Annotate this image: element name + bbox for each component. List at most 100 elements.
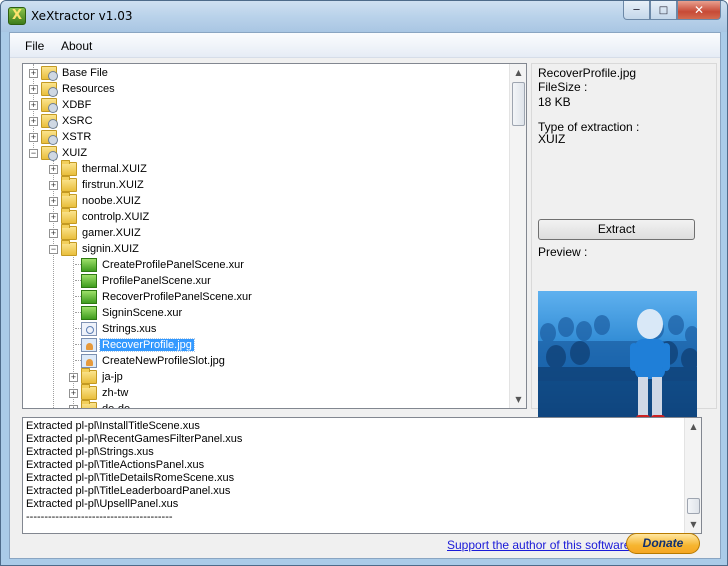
- expand-toggle[interactable]: +: [49, 212, 58, 222]
- tree-item[interactable]: CreateNewProfileSlot.jpg: [69, 353, 227, 369]
- menu-about[interactable]: About: [61, 39, 92, 53]
- app-icon[interactable]: X: [8, 7, 26, 25]
- expand-toggle[interactable]: +: [49, 164, 58, 174]
- xur-file-icon: [81, 290, 97, 304]
- tree-item-label: CreateNewProfileSlot.jpg: [102, 355, 225, 367]
- caption-buttons: ─ □ ✕: [623, 1, 721, 20]
- expand-toggle[interactable]: +: [69, 404, 78, 408]
- tree-item[interactable]: + ja-jp: [69, 368, 125, 385]
- gear-folder-icon: [41, 130, 58, 145]
- log-line: Extracted pl-pl\TitleDetailsRomeScene.xu…: [26, 472, 235, 484]
- gear-folder-icon: [41, 66, 58, 81]
- log-line: Extracted pl-pl\InstallTitleScene.xus: [26, 420, 200, 432]
- tree-item-label: firstrun.XUIZ: [82, 179, 144, 191]
- tree-item-label: Resources: [62, 83, 115, 95]
- log-line: Extracted pl-pl\UpsellPanel.xus: [26, 498, 179, 510]
- expand-toggle[interactable]: +: [49, 180, 58, 190]
- tree-item[interactable]: ProfilePanelScene.xur: [69, 273, 213, 289]
- tree-item-label: Base File: [62, 67, 108, 79]
- tree-item-label: ja-jp: [102, 371, 123, 383]
- tree-item[interactable]: − signin.XUIZ: [49, 240, 141, 257]
- tree-item-label: RecoverProfile.jpg: [99, 338, 195, 352]
- expand-toggle[interactable]: +: [49, 228, 58, 238]
- tree-item-label: XDBF: [62, 99, 92, 111]
- xur-file-icon: [81, 274, 97, 288]
- tree-item[interactable]: Strings.xus: [69, 321, 158, 337]
- tree-item-label: XSTR: [62, 131, 92, 143]
- tree-item[interactable]: CreateProfilePanelScene.xur: [69, 257, 246, 273]
- collapse-toggle[interactable]: −: [29, 148, 38, 158]
- scroll-up-arrow[interactable]: ▲: [685, 418, 701, 435]
- gear-folder-icon: [41, 114, 58, 129]
- tree-item[interactable]: RecoverProfile.jpg: [69, 337, 195, 353]
- donate-button[interactable]: Donate: [626, 533, 700, 554]
- expand-toggle[interactable]: +: [69, 372, 78, 382]
- tree-item[interactable]: SigninScene.xur: [69, 305, 184, 321]
- preview-label: Preview :: [538, 245, 588, 259]
- folder-icon: [61, 192, 77, 208]
- expand-toggle[interactable]: +: [29, 116, 38, 126]
- expand-toggle[interactable]: +: [29, 68, 38, 78]
- tree-item-label: zh-tw: [102, 387, 129, 399]
- tree-item[interactable]: + Base File: [29, 65, 110, 81]
- folder-icon: [61, 176, 77, 192]
- tree-item[interactable]: RecoverProfilePanelScene.xur: [69, 289, 254, 305]
- extract-button[interactable]: Extract: [538, 219, 695, 240]
- folder-icon: [61, 240, 77, 256]
- expand-toggle[interactable]: +: [49, 196, 58, 206]
- tree-item[interactable]: + firstrun.XUIZ: [49, 176, 146, 193]
- filesize-value: 18 KB: [538, 95, 571, 109]
- tree-item[interactable]: + XSTR: [29, 129, 93, 145]
- collapse-toggle[interactable]: −: [49, 244, 58, 254]
- jpg-file-icon: [81, 338, 97, 352]
- file-tree[interactable]: + Base File + Resources + XDBF + XSRC + XSTR − XUIZ…: [22, 63, 527, 409]
- log-line: Extracted pl-pl\RecentGamesFilterPanel.x…: [26, 433, 243, 445]
- scroll-thumb[interactable]: [687, 498, 700, 514]
- tree-item[interactable]: + thermal.XUIZ: [49, 160, 149, 177]
- tree-item-label: thermal.XUIZ: [82, 163, 147, 175]
- tree-item[interactable]: + noobe.XUIZ: [49, 192, 143, 209]
- gear-folder-icon: [41, 82, 58, 97]
- gear-folder-icon: [41, 98, 58, 113]
- menu-file[interactable]: File: [25, 39, 44, 53]
- title-bar[interactable]: X XeXtractor v1.03 ─ □ ✕: [1, 1, 727, 32]
- tree-item[interactable]: + XSRC: [29, 113, 95, 129]
- tree-item-label: gamer.XUIZ: [82, 227, 141, 239]
- expand-toggle[interactable]: +: [69, 388, 78, 398]
- expand-toggle[interactable]: +: [29, 100, 38, 110]
- tree-item-label: XUIZ: [62, 147, 88, 159]
- folder-icon: [81, 384, 97, 400]
- maximize-button[interactable]: □: [650, 1, 677, 20]
- minimize-button[interactable]: ─: [623, 1, 650, 20]
- tree-item[interactable]: + de-de: [69, 400, 132, 409]
- expand-toggle[interactable]: +: [29, 132, 38, 142]
- xur-file-icon: [81, 306, 97, 320]
- tree-item[interactable]: + Resources: [29, 81, 117, 97]
- tree-item[interactable]: + gamer.XUIZ: [49, 224, 143, 241]
- tree-item-label: de-de: [102, 403, 131, 409]
- tree-item[interactable]: + XDBF: [29, 97, 93, 113]
- xus-file-icon: [81, 322, 97, 336]
- folder-icon: [61, 208, 77, 224]
- menu-bar: File About: [10, 33, 720, 58]
- scroll-thumb[interactable]: [512, 82, 525, 126]
- jpg-file-icon: [81, 354, 97, 368]
- scroll-up-arrow[interactable]: ▲: [510, 64, 526, 81]
- expand-toggle[interactable]: +: [29, 84, 38, 94]
- extraction-log[interactable]: Extracted pl-pl\InstallTitleScene.xus Ext…: [22, 417, 702, 534]
- folder-icon: [61, 224, 77, 240]
- close-button[interactable]: ✕: [677, 1, 721, 20]
- tree-scrollbar[interactable]: ▲ ▼: [509, 64, 526, 408]
- scroll-down-arrow[interactable]: ▼: [685, 516, 701, 533]
- tree-item[interactable]: − XUIZ: [29, 145, 89, 161]
- folder-icon: [81, 400, 97, 408]
- tree-item-label: signin.XUIZ: [82, 243, 139, 255]
- support-author-link[interactable]: Support the author of this software :: [447, 538, 637, 552]
- scroll-down-arrow[interactable]: ▼: [510, 391, 526, 408]
- tree-item-label: SigninScene.xur: [102, 307, 183, 319]
- window-title: XeXtractor v1.03: [31, 9, 133, 23]
- tree-item[interactable]: + zh-tw: [69, 384, 130, 401]
- log-scrollbar[interactable]: ▲ ▼: [684, 418, 701, 533]
- tree-item-label: noobe.XUIZ: [82, 195, 141, 207]
- tree-item[interactable]: + controlp.XUIZ: [49, 208, 151, 225]
